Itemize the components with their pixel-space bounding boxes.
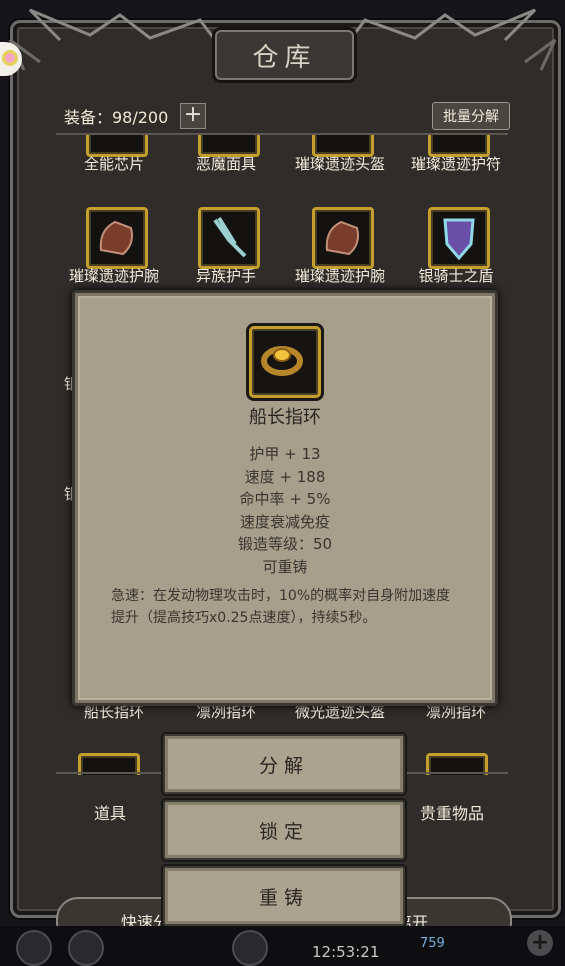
item-stats: 护甲 + 13 速度 + 188 命中率 + 5% 速度衰减免疫 锻造等级：50… — [75, 443, 495, 578]
menu-icon[interactable] — [16, 930, 52, 966]
menu-icon[interactable] — [232, 930, 268, 966]
plus-icon[interactable]: + — [527, 930, 553, 956]
reforge-button[interactable]: 重铸 — [163, 866, 405, 926]
item-name: 银骑士之盾 — [418, 267, 494, 285]
bracer-icon — [86, 207, 148, 269]
gauntlet-icon — [198, 207, 260, 269]
menu-icon[interactable] — [68, 930, 104, 966]
shield-icon — [428, 207, 490, 269]
clock: 12:53:21 — [312, 943, 380, 961]
item-detail-popup: 船长指环 护甲 + 13 速度 + 188 命中率 + 5% 速度衰减免疫 锻造… — [72, 290, 498, 706]
currency-count: 759 — [420, 936, 445, 951]
item-name: 璀璨遗迹头盔 — [294, 155, 385, 173]
expand-capacity-button[interactable]: + — [180, 103, 206, 129]
item-name: 璀璨遗迹护腕 — [294, 267, 385, 285]
stat-line: 护甲 + 13 — [249, 445, 321, 463]
stat-line: 可重铸 — [262, 557, 308, 576]
stat-line: 锻造等级：50 — [237, 535, 333, 553]
decompose-button[interactable]: 分解 — [163, 734, 405, 794]
item-name: 璀璨遗迹护腕 — [68, 267, 159, 285]
page-title: 仓库 — [215, 30, 354, 80]
item-name: 恶魔面具 — [195, 155, 256, 173]
item-name: 异族护手 — [195, 267, 256, 285]
ring-icon — [249, 326, 321, 398]
tab-props[interactable]: 道具 — [94, 800, 126, 824]
stat-line: 速度衰减免疫 — [239, 512, 330, 531]
lock-button[interactable]: 锁定 — [163, 800, 405, 860]
bracer-icon — [312, 207, 374, 269]
stat-line: 速度 + 188 — [244, 467, 326, 486]
item-name: 全能芯片 — [83, 155, 144, 173]
stat-line: 命中率 + 5% — [239, 490, 331, 508]
equipment-count: 装备：98/200 — [64, 108, 169, 127]
tab-valuables[interactable]: 贵重物品 — [420, 800, 484, 824]
batch-decompose-button[interactable]: 批量分解 — [432, 102, 510, 130]
item-name: 璀璨遗迹护符 — [410, 155, 501, 173]
item-title: 船长指环 — [249, 407, 321, 428]
item-description: 急速：在发动物理攻击时，10%的概率对自身附加速度提升（提高技巧x0.25点速度… — [111, 588, 451, 626]
